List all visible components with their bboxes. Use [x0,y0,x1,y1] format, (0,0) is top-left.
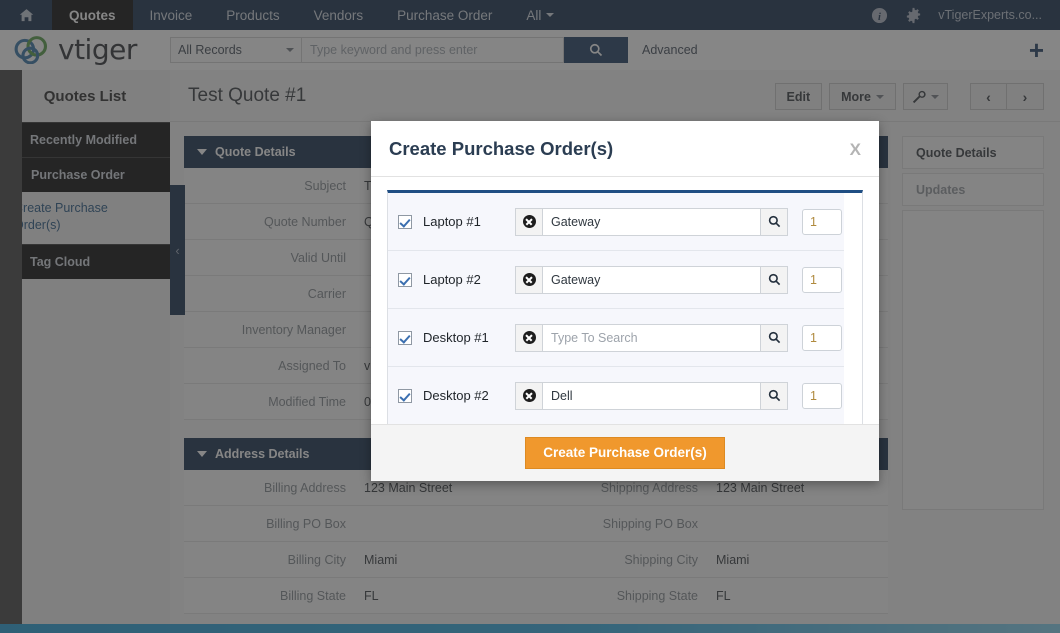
create-purchase-orders-dialog: Create Purchase Order(s) X Laptop #1 Gat… [371,121,879,481]
vendor-input[interactable]: Gateway [542,207,761,236]
product-label: Laptop #2 [423,272,481,287]
dialog-title: Create Purchase Order(s) [389,137,614,159]
clear-circle-icon[interactable] [515,323,542,352]
dialog-body: Laptop #1 Gateway 1 Laptop #2 Gateway 1 … [371,177,879,425]
clear-circle-icon[interactable] [515,381,542,410]
product-label: Laptop #1 [423,214,481,229]
quantity-input[interactable]: 1 [802,382,842,409]
vendor-input-group: Dell [515,381,788,410]
product-row: Laptop #2 Gateway 1 [388,251,844,309]
row-checkbox[interactable] [398,272,412,287]
quantity-input[interactable]: 1 [802,208,842,235]
product-label: Desktop #1 [423,330,489,345]
vendor-input[interactable]: Type To Search [542,323,761,352]
row-checkbox[interactable] [398,388,412,403]
vendor-input[interactable]: Dell [542,381,761,410]
product-rows-list: Laptop #1 Gateway 1 Laptop #2 Gateway 1 … [387,190,863,425]
clear-circle-icon[interactable] [515,265,542,294]
vendor-input-group: Gateway [515,265,788,294]
product-row: Laptop #1 Gateway 1 [388,193,844,251]
product-label: Desktop #2 [423,388,489,403]
search-icon[interactable] [761,207,788,236]
search-icon[interactable] [761,323,788,352]
product-row: Desktop #1 Type To Search 1 [388,309,844,367]
close-icon[interactable]: X [850,140,861,160]
dialog-footer: Create Purchase Order(s) [371,424,879,481]
row-checkbox[interactable] [398,330,412,345]
product-row: Desktop #2 Dell 1 [388,367,844,424]
clear-circle-icon[interactable] [515,207,542,236]
quantity-input[interactable]: 1 [802,324,842,351]
create-purchase-orders-button[interactable]: Create Purchase Order(s) [525,437,725,469]
vendor-input[interactable]: Gateway [542,265,761,294]
dialog-header: Create Purchase Order(s) X [371,121,879,177]
search-icon[interactable] [761,381,788,410]
search-icon[interactable] [761,265,788,294]
vendor-input-group: Gateway [515,207,788,236]
row-checkbox[interactable] [398,214,412,229]
vendor-input-group: Type To Search [515,323,788,352]
quantity-input[interactable]: 1 [802,266,842,293]
